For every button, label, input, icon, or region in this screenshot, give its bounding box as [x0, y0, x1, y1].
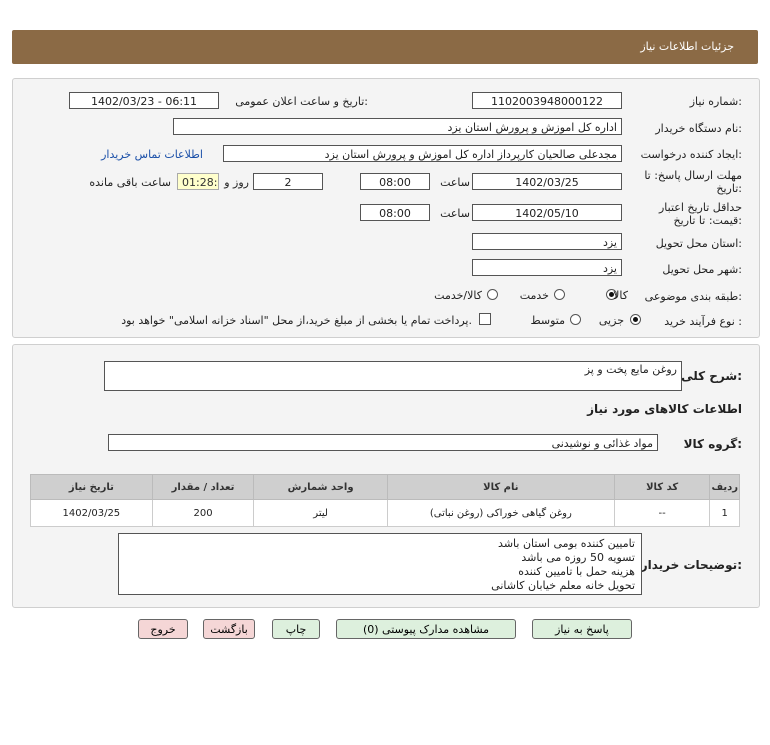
buyer-notes-box: تامیین کننده بومی استان باشد تسویه 50 رو… — [118, 533, 642, 595]
back-button[interactable]: بازگشت — [203, 619, 255, 639]
summary-field: روغن مایع پخت و پز — [104, 361, 682, 391]
need-number-label: شماره نیاز: — [689, 95, 742, 108]
process-minor-radio[interactable] — [630, 314, 641, 325]
remaining-label: ساعت باقی مانده — [89, 176, 171, 189]
reply-button[interactable]: پاسخ به نیاز — [532, 619, 632, 639]
price-validity-label: حداقل تاریخ اعتبار — [658, 201, 742, 214]
col-name-header: نام کالا — [386, 474, 615, 500]
col-row-header: ردیف — [709, 474, 740, 500]
buyer-notes-label: توضیحات خریدار: — [640, 558, 742, 572]
cell-date: 1402/03/25 — [30, 499, 153, 527]
category-goods-service-radio[interactable] — [487, 289, 498, 300]
note-line: تحویل خانه معلم خیابان کاشانی — [491, 579, 635, 592]
reply-deadline-label: مهلت ارسال پاسخ: تا — [644, 169, 742, 182]
announce-label: تاریخ و ساعت اعلان عمومی: — [235, 95, 368, 108]
col-code-header: کد کالا — [613, 474, 711, 500]
process-label: نوع فرآیند خرید : — [664, 315, 742, 328]
province-label: استان محل تحویل: — [655, 237, 742, 250]
category-goods-label: کالا — [613, 289, 628, 302]
validity-time-label: ساعت — [440, 207, 470, 220]
goods-group-field: مواد غذائی و نوشیدنی — [108, 434, 658, 451]
need-number-field: 1102003948000122 — [472, 92, 622, 109]
table-row: 1 -- روغن گیاهی خوراکی (روغن نباتی) لیتر… — [30, 499, 740, 527]
category-service-label: خدمت — [519, 289, 549, 302]
page-header: جزئیات اطلاعات نیاز — [12, 30, 758, 64]
col-unit-header: واحد شمارش — [253, 474, 388, 500]
validity-time-field: 08:00 — [360, 204, 430, 221]
goods-info-title: اطلاعات کالاهای مورد نیاز — [587, 402, 742, 416]
payment-note: پرداخت تمام یا بخشی از مبلغ خرید،از محل … — [121, 314, 472, 327]
process-medium-radio[interactable] — [570, 314, 581, 325]
buyer-org-label: نام دستگاه خریدار: — [655, 122, 742, 135]
remaining-time-field: 01:28:09 — [177, 173, 219, 190]
category-label: طبقه بندی موضوعی: — [644, 290, 742, 303]
city-label: شهر محل تحویل: — [662, 263, 742, 276]
attachments-button[interactable]: مشاهده مدارک پیوستی (0) — [336, 619, 516, 639]
category-goods-service-label: کالا/خدمت — [434, 289, 482, 302]
cell-row: 1 — [709, 499, 740, 527]
col-date-header: تاریخ نیاز — [30, 474, 153, 500]
print-button[interactable]: چاپ — [272, 619, 320, 639]
days-field: 2 — [253, 173, 323, 190]
cell-qty: 200 — [151, 499, 255, 527]
process-minor-label: جزیی — [598, 314, 624, 327]
reply-time-label: ساعت — [440, 176, 470, 189]
reply-deadline-label-2: تاریخ: — [716, 182, 742, 195]
announce-field: 1402/03/23 - 06:11 — [69, 92, 219, 109]
price-validity-label-2: قیمت: تا تاریخ: — [673, 214, 742, 227]
cell-name: روغن گیاهی خوراکی (روغن نباتی) — [386, 499, 615, 527]
col-qty-header: تعداد / مقدار — [151, 474, 255, 500]
creator-label: ایجاد کننده درخواست: — [640, 148, 742, 161]
page-title: جزئیات اطلاعات نیاز — [640, 40, 734, 53]
creator-field: مجدعلی صالحیان کارپرداز اداره کل اموزش و… — [223, 145, 622, 162]
exit-button[interactable]: خروج — [138, 619, 188, 639]
process-medium-label: متوسط — [530, 314, 565, 327]
table-header-row: ردیف کد کالا نام کالا واحد شمارش تعداد /… — [30, 474, 740, 500]
note-line: هزینه حمل با تامیین کننده — [518, 565, 635, 578]
goods-table: ردیف کد کالا نام کالا واحد شمارش تعداد /… — [30, 474, 740, 527]
province-field: یزد — [472, 233, 622, 250]
city-field: یزد — [472, 259, 622, 276]
reply-time-field: 08:00 — [360, 173, 430, 190]
validity-date-field: 1402/05/10 — [472, 204, 622, 221]
cell-unit: لیتر — [253, 499, 388, 527]
note-line: تسویه 50 روزه می باشد — [521, 551, 635, 564]
treasury-checkbox[interactable] — [479, 313, 491, 325]
goods-group-label: گروه کالا: — [683, 437, 742, 451]
buyer-contact-link[interactable]: اطلاعات تماس خریدار — [101, 148, 203, 161]
cell-code: -- — [613, 499, 711, 527]
days-label: روز و — [224, 176, 249, 189]
note-line: تامیین کننده بومی استان باشد — [498, 537, 635, 550]
category-service-radio[interactable] — [554, 289, 565, 300]
reply-date-field: 1402/03/25 — [472, 173, 622, 190]
buyer-org-field: اداره کل اموزش و پرورش استان یزد — [173, 118, 622, 135]
